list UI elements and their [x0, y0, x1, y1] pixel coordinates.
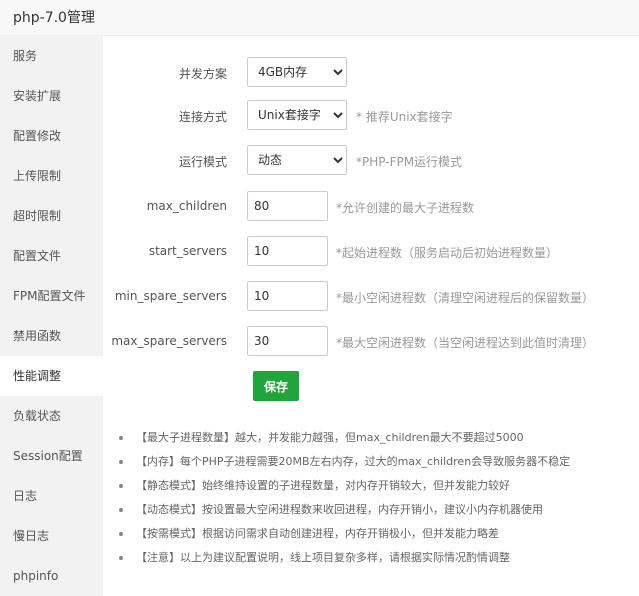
run-mode-row: 运行模式 动态 *PHP-FPM运行模式 — [103, 145, 639, 177]
tip-text: 【最大子进程数量】越大，并发能力越强，但max_children最大不要超过50… — [136, 431, 524, 444]
sidebar-item-log[interactable]: 日志 — [0, 476, 103, 516]
sidebar-item-disabled-functions[interactable]: 禁用函数 — [0, 316, 103, 356]
tip-text: 【内存】每个PHP子进程需要20MB左右内存，过大的max_children会导… — [136, 455, 571, 468]
bullet-icon — [119, 532, 123, 536]
window-titlebar: php-7.0管理 — [0, 0, 639, 36]
start-servers-row: start_servers *起始进程数（服务启动后初始进程数量） — [103, 236, 639, 268]
sidebar-item-slow-log[interactable]: 慢日志 — [0, 516, 103, 556]
max-spare-servers-row: max_spare_servers *最大空闲进程数（当空闲进程达到此值时清理） — [103, 326, 639, 358]
run-mode-select[interactable]: 动态 — [247, 145, 347, 175]
bullet-icon — [119, 460, 123, 464]
sidebar-item-timeout-limit[interactable]: 超时限制 — [0, 196, 103, 236]
max-spare-servers-label: max_spare_servers — [111, 334, 227, 348]
sidebar-item-service[interactable]: 服务 — [0, 36, 103, 76]
tip-item: 【最大子进程数量】越大，并发能力越强，但max_children最大不要超过50… — [116, 428, 636, 452]
start-servers-hint: *起始进程数（服务启动后初始进程数量） — [336, 246, 559, 260]
run-mode-label: 运行模式 — [178, 155, 227, 169]
tip-text: 【静态模式】始终维持设置的子进程数量，对内存开销较大，但并发能力较好 — [136, 479, 510, 492]
start-servers-input[interactable] — [247, 236, 328, 266]
sidebar-item-upload-limit[interactable]: 上传限制 — [0, 156, 103, 196]
min-spare-servers-hint: *最小空闲进程数（清理空闲进程后的保留数量） — [336, 291, 595, 305]
sidebar-item-session-config[interactable]: Session配置 — [0, 436, 103, 476]
sidebar-item-phpinfo[interactable]: phpinfo — [0, 556, 103, 596]
sidebar-nav: 服务 安装扩展 配置修改 上传限制 超时限制 配置文件 FPM配置文件 禁用函数… — [0, 36, 103, 596]
connection-row: 连接方式 Unix套接字 * 推荐Unix套接字 — [103, 100, 639, 132]
sidebar-item-config-file[interactable]: 配置文件 — [0, 236, 103, 276]
connection-label: 连接方式 — [178, 110, 227, 124]
sidebar-item-load-status[interactable]: 负载状态 — [0, 396, 103, 436]
sidebar-item-fpm-config-file[interactable]: FPM配置文件 — [0, 276, 103, 316]
concurrency-label: 并发方案 — [178, 67, 227, 81]
max-spare-servers-input[interactable] — [247, 326, 328, 356]
concurrency-select[interactable]: 4GB内存 — [247, 57, 347, 87]
connection-hint: * 推荐Unix套接字 — [356, 110, 453, 124]
max-children-row: max_children *允许创建的最大子进程数 — [103, 191, 639, 223]
save-button[interactable]: 保存 — [253, 371, 299, 401]
concurrency-row: 并发方案 4GB内存 — [103, 57, 639, 89]
max-spare-servers-hint: *最大空闲进程数（当空闲进程达到此值时清理） — [336, 336, 595, 350]
max-children-label: max_children — [146, 199, 227, 213]
performance-panel: 并发方案 4GB内存 连接方式 Unix套接字 * 推荐Unix套接字 运行模式… — [103, 36, 639, 596]
tip-item: 【动态模式】按设置最大空闲进程数来收回进程，内存开销小，建议小内存机器使用 — [116, 500, 636, 524]
tip-item: 【静态模式】始终维持设置的子进程数量，对内存开销较大，但并发能力较好 — [116, 476, 636, 500]
min-spare-servers-row: min_spare_servers *最小空闲进程数（清理空闲进程后的保留数量） — [103, 281, 639, 313]
tips-list: 【最大子进程数量】越大，并发能力越强，但max_children最大不要超过50… — [116, 428, 636, 572]
bullet-icon — [119, 508, 123, 512]
tip-item: 【注意】以上为建议配置说明，线上项目复杂多样，请根据实际情况酌情调整 — [116, 548, 636, 572]
tip-text: 【按需模式】根据访问需求自动创建进程，内存开销极小，但并发能力略差 — [136, 527, 499, 540]
sidebar-item-install-extension[interactable]: 安装扩展 — [0, 76, 103, 116]
bullet-icon — [119, 556, 123, 560]
tip-item: 【按需模式】根据访问需求自动创建进程，内存开销极小，但并发能力略差 — [116, 524, 636, 548]
tip-text: 【注意】以上为建议配置说明，线上项目复杂多样，请根据实际情况酌情调整 — [136, 551, 510, 564]
start-servers-label: start_servers — [148, 244, 227, 258]
max-children-input[interactable] — [247, 191, 328, 221]
run-mode-hint: *PHP-FPM运行模式 — [356, 155, 463, 169]
window-title: php-7.0管理 — [13, 10, 95, 26]
tip-text: 【动态模式】按设置最大空闲进程数来收回进程，内存开销小，建议小内存机器使用 — [136, 503, 543, 516]
bullet-icon — [119, 436, 123, 440]
sidebar-item-config-edit[interactable]: 配置修改 — [0, 116, 103, 156]
tip-item: 【内存】每个PHP子进程需要20MB左右内存，过大的max_children会导… — [116, 452, 636, 476]
max-children-hint: *允许创建的最大子进程数 — [336, 201, 475, 215]
connection-select[interactable]: Unix套接字 — [247, 100, 347, 130]
min-spare-servers-label: min_spare_servers — [114, 289, 227, 303]
sidebar-item-performance[interactable]: 性能调整 — [0, 356, 103, 396]
bullet-icon — [119, 484, 123, 488]
min-spare-servers-input[interactable] — [247, 281, 328, 311]
